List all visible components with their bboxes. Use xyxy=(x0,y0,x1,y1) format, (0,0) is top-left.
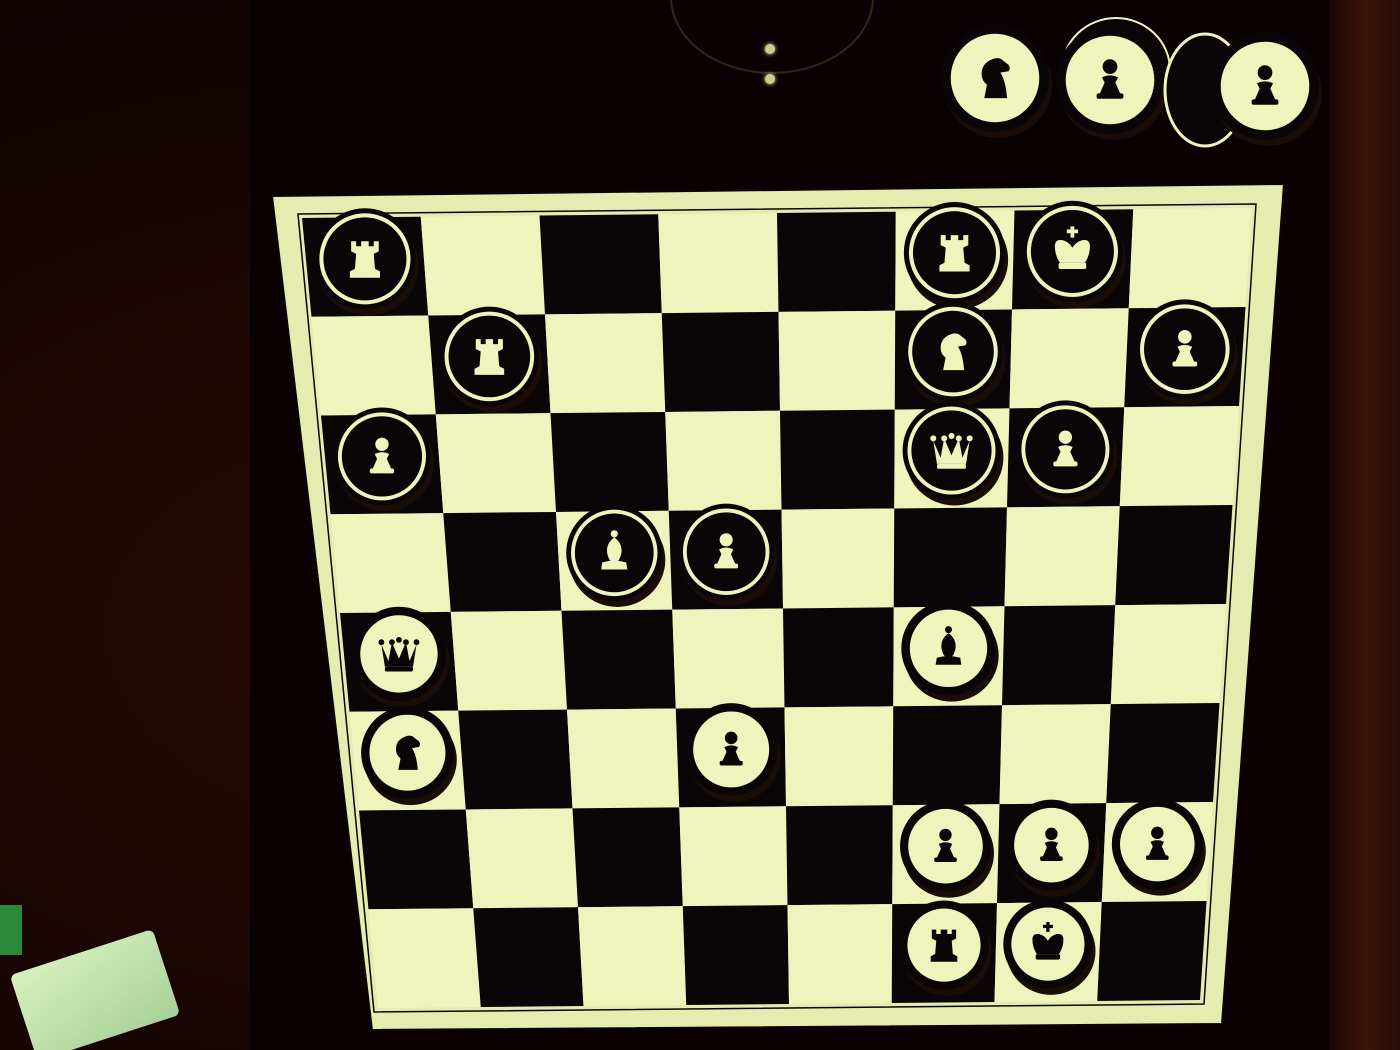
board-square[interactable] xyxy=(672,608,785,709)
board-square[interactable] xyxy=(778,310,896,411)
board-square[interactable] xyxy=(1119,406,1239,507)
board-squares[interactable] xyxy=(302,208,1252,1008)
board-square[interactable] xyxy=(1115,505,1233,606)
captured-pieces-tray xyxy=(941,0,1330,150)
board-square[interactable] xyxy=(458,709,573,810)
board-square[interactable] xyxy=(567,708,680,809)
scene xyxy=(0,0,1400,1050)
board-square[interactable] xyxy=(539,214,662,315)
board-square[interactable] xyxy=(578,906,687,1006)
chess-board[interactable] xyxy=(0,0,1400,1050)
board-square[interactable] xyxy=(572,807,683,908)
board-square[interactable] xyxy=(1004,506,1120,607)
board-square[interactable] xyxy=(550,411,669,512)
board-square[interactable] xyxy=(1009,308,1129,409)
board-square[interactable] xyxy=(661,311,780,412)
board-square[interactable] xyxy=(435,413,556,514)
board-square[interactable] xyxy=(787,904,893,1004)
board-square[interactable] xyxy=(1128,208,1252,309)
board-square[interactable] xyxy=(1106,703,1220,804)
board-square[interactable] xyxy=(368,908,481,1008)
board-square[interactable] xyxy=(665,410,782,511)
board-square[interactable] xyxy=(1002,605,1116,706)
board-square[interactable] xyxy=(1097,901,1207,1001)
board-square[interactable] xyxy=(545,313,666,414)
board-square[interactable] xyxy=(679,806,788,907)
board-square[interactable] xyxy=(330,513,451,613)
board-square[interactable] xyxy=(999,704,1111,805)
board-square[interactable] xyxy=(682,905,789,1005)
board-square[interactable] xyxy=(561,609,676,710)
board-square[interactable] xyxy=(443,511,562,612)
board-square[interactable] xyxy=(784,706,894,807)
board-square[interactable] xyxy=(359,809,474,910)
board-square[interactable] xyxy=(893,507,1007,608)
board-square[interactable] xyxy=(780,409,895,510)
board-square[interactable] xyxy=(420,215,545,316)
board-square[interactable] xyxy=(450,610,567,711)
board-square[interactable] xyxy=(892,705,1002,806)
board-square[interactable] xyxy=(465,808,578,909)
board-square[interactable] xyxy=(783,607,894,708)
board-square[interactable] xyxy=(658,213,779,314)
board-square[interactable] xyxy=(1110,604,1226,705)
board-square[interactable] xyxy=(781,508,895,609)
board-square[interactable] xyxy=(786,805,893,906)
board-square[interactable] xyxy=(777,211,896,312)
board-square[interactable] xyxy=(473,907,584,1007)
board-square[interactable] xyxy=(311,315,436,416)
